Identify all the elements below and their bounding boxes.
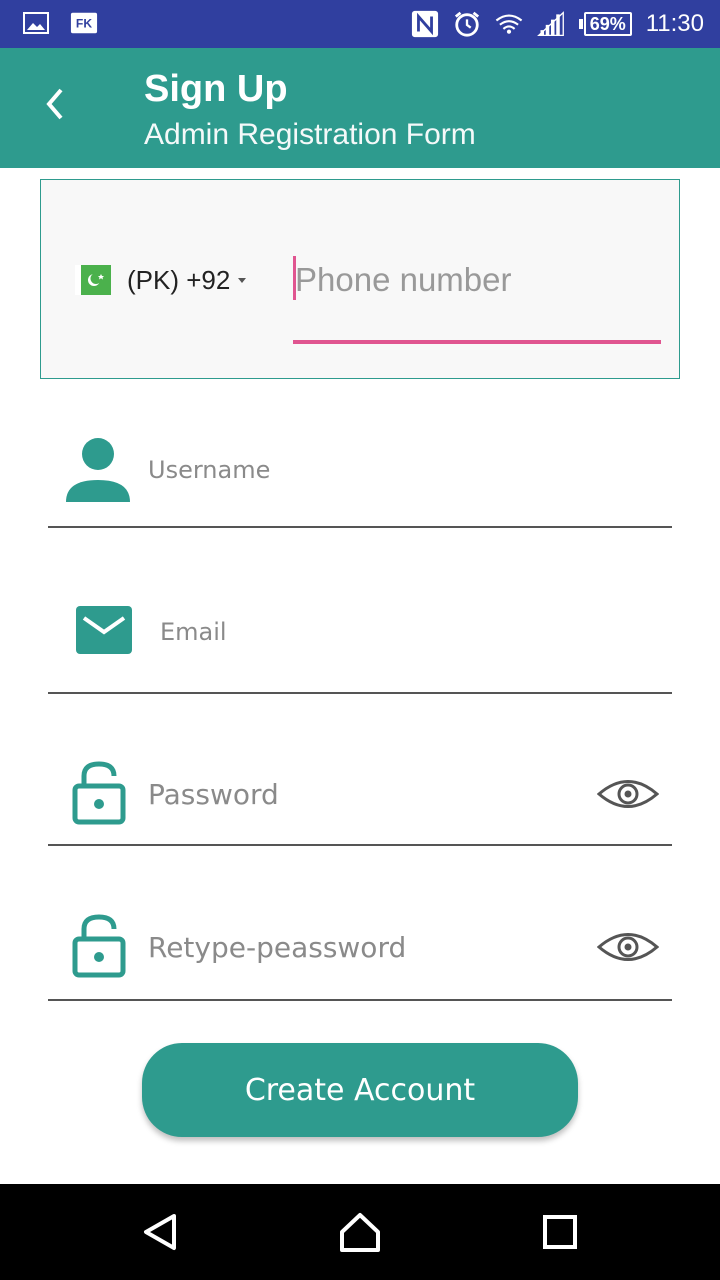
- eye-icon: [597, 780, 659, 808]
- phone-field: [293, 252, 661, 344]
- country-code-label: (PK) +92: [127, 264, 231, 295]
- app-bar: Sign Up Admin Registration Form: [0, 48, 720, 168]
- country-code-picker[interactable]: (PK) +92: [81, 260, 247, 300]
- nav-back-button[interactable]: [132, 1204, 188, 1260]
- wifi-icon: [495, 11, 523, 37]
- nav-home-button[interactable]: [332, 1204, 388, 1260]
- phone-underline: [293, 340, 661, 344]
- username-input[interactable]: [148, 450, 628, 490]
- signal-icon: [536, 11, 565, 37]
- alarm-icon: [453, 11, 481, 37]
- username-underline: [48, 526, 672, 528]
- password-input[interactable]: [148, 772, 588, 816]
- password-underline: [48, 844, 672, 846]
- nav-recents-button[interactable]: [532, 1204, 588, 1260]
- page-title: Sign Up: [144, 68, 288, 110]
- fk-app-icon: FK: [70, 10, 98, 36]
- lock-icon: [72, 760, 126, 831]
- toggle-retype-visibility-button[interactable]: [596, 927, 660, 967]
- user-icon: [64, 436, 132, 509]
- lock-icon: [72, 913, 126, 984]
- page-subtitle: Admin Registration Form: [144, 118, 476, 151]
- square-recents-icon: [543, 1215, 577, 1249]
- phone-number-section: (PK) +92: [40, 179, 680, 379]
- eye-icon: [597, 933, 659, 961]
- username-field: [48, 418, 672, 528]
- email-input[interactable]: [160, 612, 640, 652]
- password-field: [48, 736, 672, 846]
- battery-level: 69%: [583, 12, 632, 36]
- retype-password-underline: [48, 999, 672, 1001]
- status-bar: FK 69% 11:30: [0, 0, 720, 48]
- email-underline: [48, 692, 672, 694]
- retype-password-field: [48, 891, 672, 1001]
- email-icon: [76, 606, 132, 659]
- toggle-password-visibility-button[interactable]: [596, 774, 660, 814]
- retype-password-input[interactable]: [148, 925, 588, 969]
- phone-number-input[interactable]: [295, 252, 655, 308]
- email-field: [48, 584, 672, 694]
- create-account-button[interactable]: Create Account: [142, 1043, 578, 1137]
- pakistan-flag-icon: [81, 265, 111, 295]
- back-button[interactable]: [28, 76, 84, 132]
- battery-icon: 69%: [578, 12, 632, 36]
- home-icon: [340, 1213, 380, 1252]
- triangle-back-icon: [144, 1214, 176, 1250]
- chevron-left-icon: [46, 88, 63, 120]
- status-time: 11:30: [645, 10, 704, 37]
- navigation-bar: [0, 1184, 720, 1280]
- svg-text:FK: FK: [76, 17, 92, 31]
- gallery-icon: [22, 10, 50, 36]
- nfc-icon: [411, 10, 439, 38]
- dropdown-arrow-icon: [238, 277, 247, 283]
